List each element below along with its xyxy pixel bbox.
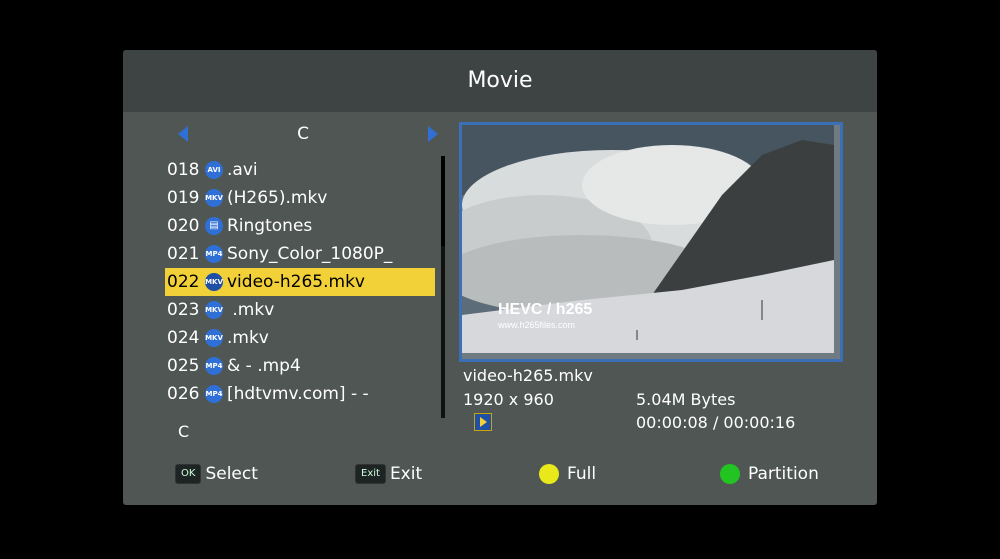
info-size: 5.04M Bytes (636, 390, 736, 409)
page-title: Movie (123, 50, 877, 112)
play-icon[interactable] (474, 413, 492, 431)
file-number: 023 (167, 300, 200, 320)
file-row[interactable]: 018 AVI .avi (165, 156, 435, 184)
file-list: 018 AVI .avi 019 MKV (H265).mkv 020 ▤ Ringtones 0… (165, 156, 435, 408)
file-row[interactable]: 024 MKV .mkv (165, 324, 435, 352)
file-number: 021 (167, 244, 200, 264)
file-name: (H265).mkv (227, 188, 328, 208)
drive-label: C (297, 124, 309, 144)
file-name: [hdtvmv.com] - - (227, 384, 369, 404)
file-number: 026 (167, 384, 200, 404)
chevron-right-icon[interactable] (428, 126, 438, 142)
file-number: 022 (167, 272, 200, 292)
file-row[interactable]: 021 MP4 Sony_Color_1080P_ (165, 240, 435, 268)
file-row[interactable]: 020 ▤ Ringtones (165, 212, 435, 240)
movie-panel: Movie C 018 AVI .avi 019 MKV (H265).mkv 020 ▤ Ri… (123, 50, 877, 505)
preview-overlay-url: www.h265files.com (498, 320, 576, 330)
avi-file-icon: AVI (205, 161, 223, 179)
exit-button[interactable]: Exit Exit (355, 462, 422, 486)
folder-icon: ▤ (205, 217, 223, 235)
partition-label: Partition (748, 464, 819, 484)
select-label: Select (205, 464, 258, 484)
video-preview: HEVC / h265 www.h265files.com (459, 122, 843, 362)
current-path: C (178, 422, 190, 441)
file-name: .avi (227, 160, 258, 180)
ok-key-icon: OK (175, 464, 202, 484)
file-name: video-h265.mkv (227, 272, 365, 292)
file-number: 020 (167, 216, 200, 236)
mkv-file-icon: MKV (205, 329, 223, 347)
scrollbar[interactable] (441, 156, 445, 418)
file-row[interactable]: 026 MP4 [hdtvmv.com] - - (165, 380, 435, 408)
file-name: Ringtones (227, 216, 313, 236)
file-row[interactable]: 023 MKV .mkv (165, 296, 435, 324)
file-number: 019 (167, 188, 200, 208)
file-name: .mkv (227, 328, 269, 348)
exit-label: Exit (389, 464, 423, 484)
file-row-selected[interactable]: 022 MKV video-h265.mkv (165, 268, 435, 296)
file-row[interactable]: 019 MKV (H265).mkv (165, 184, 435, 212)
full-button[interactable]: Full (539, 462, 596, 486)
file-number: 018 (167, 160, 200, 180)
info-filename: video-h265.mkv (463, 366, 593, 385)
file-name: .mkv (227, 300, 275, 320)
mkv-file-icon: MKV (205, 189, 223, 207)
select-button[interactable]: OK Select (175, 462, 258, 486)
file-number: 024 (167, 328, 200, 348)
mkv-file-icon: MKV (205, 273, 223, 291)
yellow-button-icon (539, 464, 559, 484)
partition-button[interactable]: Partition (720, 462, 819, 486)
mp4-file-icon: MP4 (205, 357, 223, 375)
scrollbar-thumb[interactable] (441, 156, 445, 246)
info-resolution: 1920 x 960 (463, 390, 554, 409)
mkv-file-icon: MKV (205, 301, 223, 319)
green-button-icon (720, 464, 740, 484)
preview-overlay-title: HEVC / h265 (498, 301, 593, 318)
mp4-file-icon: MP4 (205, 385, 223, 403)
drive-navigator: C (163, 120, 443, 150)
file-name: & - .mp4 (227, 356, 301, 376)
file-number: 025 (167, 356, 200, 376)
mp4-file-icon: MP4 (205, 245, 223, 263)
full-label: Full (567, 464, 597, 484)
exit-key-icon: Exit (355, 464, 386, 484)
file-name: Sony_Color_1080P_ (227, 244, 393, 264)
info-time: 00:00:08 / 00:00:16 (636, 413, 796, 432)
file-row[interactable]: 025 MP4 & - .mp4 (165, 352, 435, 380)
